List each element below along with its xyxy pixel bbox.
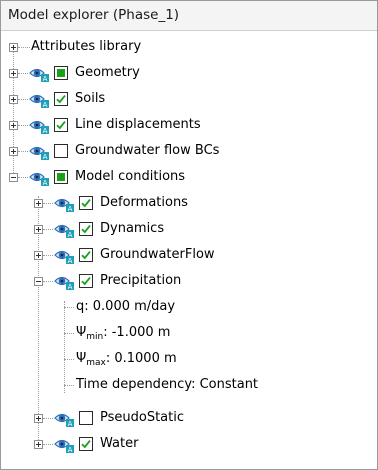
- svg-text:A: A: [43, 101, 48, 108]
- tree-item-model-conditions[interactable]: A Model conditions: [1, 165, 377, 191]
- svg-text:A: A: [43, 75, 48, 82]
- tree-item-geometry[interactable]: A Geometry: [1, 61, 377, 87]
- visibility-eye-icon[interactable]: A: [54, 437, 76, 454]
- precipitation-time-dependency-item: Time dependency: Constant: [1, 373, 377, 399]
- visibility-eye-icon[interactable]: A: [54, 222, 76, 239]
- visibility-eye-icon[interactable]: A: [29, 144, 51, 161]
- expand-icon[interactable]: [34, 440, 43, 449]
- tree-item-line-displacements[interactable]: A Line displacements: [1, 113, 377, 139]
- svg-text:A: A: [43, 153, 48, 160]
- time-dependency-value: Time dependency: Constant: [76, 377, 259, 392]
- tree-item-precipitation[interactable]: A Precipitation: [1, 269, 377, 295]
- psi-subscript: min: [86, 332, 104, 342]
- groundwater-flow-bcs-checkbox[interactable]: [54, 144, 68, 158]
- psi-max-value: : 0.1000 m: [105, 351, 177, 366]
- tree-item-label: Line displacements: [75, 117, 201, 132]
- precipitation-q-item: q: 0.000 m/day: [1, 295, 377, 321]
- svg-text:A: A: [68, 257, 73, 264]
- tree-item-label: Precipitation: [100, 273, 182, 288]
- visibility-eye-icon[interactable]: A: [29, 118, 51, 135]
- expand-icon[interactable]: [34, 225, 43, 234]
- tree-item-label: PseudoStatic: [100, 410, 184, 425]
- expand-icon[interactable]: [34, 251, 43, 260]
- collapse-icon[interactable]: [34, 277, 43, 286]
- psi-min-value: : -1.000 m: [103, 325, 171, 340]
- psi-symbol: Ψ: [76, 351, 87, 366]
- tree-item-groundwater-flow-bcs[interactable]: A Groundwater flow BCs: [1, 139, 377, 165]
- expand-icon[interactable]: [9, 147, 18, 156]
- expand-icon[interactable]: [34, 414, 43, 423]
- deformations-checkbox[interactable]: [79, 196, 93, 210]
- tree-item-label: GroundwaterFlow: [100, 247, 215, 262]
- precipitation-psi-max-item: Ψmax: 0.1000 m: [1, 347, 377, 373]
- expand-icon[interactable]: [34, 199, 43, 208]
- tree-item-label: Water: [100, 436, 139, 451]
- visibility-eye-icon[interactable]: A: [54, 411, 76, 428]
- tree-item-label: Attributes library: [31, 39, 142, 54]
- pseudostatic-checkbox[interactable]: [79, 411, 93, 425]
- visibility-eye-icon[interactable]: A: [54, 196, 76, 213]
- model-conditions-checkbox[interactable]: [54, 170, 68, 184]
- tree-item-label: Geometry: [75, 65, 140, 80]
- expand-icon[interactable]: [9, 121, 18, 130]
- geometry-checkbox[interactable]: [54, 66, 68, 80]
- visibility-eye-icon[interactable]: A: [29, 92, 51, 109]
- tree-item-label: Soils: [75, 91, 106, 106]
- tree-item-pseudostatic[interactable]: A PseudoStatic: [1, 406, 377, 432]
- tree-item-dynamics[interactable]: A Dynamics: [1, 217, 377, 243]
- panel-title: Model explorer (Phase_1): [8, 7, 180, 23]
- expand-icon[interactable]: [9, 43, 18, 52]
- svg-text:A: A: [43, 179, 48, 186]
- svg-text:A: A: [68, 420, 73, 427]
- dynamics-checkbox[interactable]: [79, 222, 93, 236]
- svg-text:A: A: [68, 283, 73, 290]
- psi-subscript: max: [86, 358, 106, 368]
- tree-item-label: Dynamics: [100, 221, 165, 236]
- tree-item-soils[interactable]: A Soils: [1, 87, 377, 113]
- model-explorer-panel: Model explorer (Phase_1) Attributes libr…: [0, 0, 378, 470]
- svg-text:A: A: [68, 205, 73, 212]
- svg-text:A: A: [68, 446, 73, 453]
- visibility-eye-icon[interactable]: A: [54, 274, 76, 291]
- psi-symbol: Ψ: [76, 325, 87, 340]
- visibility-eye-icon[interactable]: A: [29, 170, 51, 187]
- precipitation-checkbox[interactable]: [79, 274, 93, 288]
- tree-item-attributes-library[interactable]: Attributes library: [1, 35, 377, 61]
- expand-icon[interactable]: [9, 95, 18, 104]
- precipitation-psi-min: Ψmin: -1.000 m: [76, 325, 170, 342]
- visibility-eye-icon[interactable]: A: [54, 248, 76, 265]
- svg-text:A: A: [43, 127, 48, 134]
- groundwaterflow-checkbox[interactable]: [79, 248, 93, 262]
- model-tree: Attributes library A Geometry A Soils A …: [1, 31, 377, 469]
- collapse-icon[interactable]: [9, 173, 18, 182]
- tree-item-label: Groundwater flow BCs: [75, 143, 220, 158]
- tree-item-deformations[interactable]: A Deformations: [1, 191, 377, 217]
- svg-text:A: A: [68, 231, 73, 238]
- precipitation-psi-max: Ψmax: 0.1000 m: [76, 351, 177, 368]
- water-checkbox[interactable]: [79, 437, 93, 451]
- visibility-eye-icon[interactable]: A: [29, 66, 51, 83]
- line-displacements-checkbox[interactable]: [54, 118, 68, 132]
- tree-item-water[interactable]: A Water: [1, 432, 377, 458]
- expand-icon[interactable]: [9, 69, 18, 78]
- precipitation-q-value: q: 0.000 m/day: [76, 299, 176, 314]
- precipitation-psi-min-item: Ψmin: -1.000 m: [1, 321, 377, 347]
- tree-item-label: Model conditions: [75, 169, 186, 184]
- tree-item-label: Deformations: [100, 195, 188, 210]
- tree-item-groundwaterflow[interactable]: A GroundwaterFlow: [1, 243, 377, 269]
- title-bar: Model explorer (Phase_1): [1, 1, 377, 31]
- soils-checkbox[interactable]: [54, 92, 68, 106]
